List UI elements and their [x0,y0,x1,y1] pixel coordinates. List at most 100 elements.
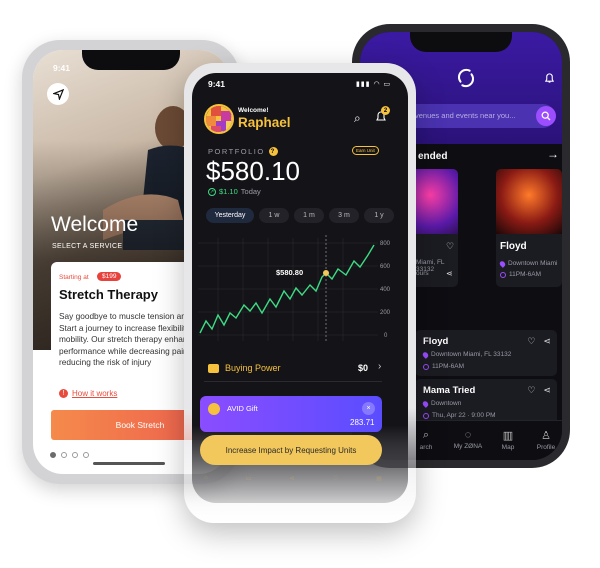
buying-power-value: $0 [358,363,369,373]
avatar[interactable] [204,104,234,134]
list-item-title: Mama Tried [423,385,476,396]
zona-logo-icon [457,68,475,88]
increase-impact-button[interactable]: Increase Impact by Requesting Units [200,435,382,465]
page-dot[interactable] [83,452,89,458]
price-badge: $199 [97,272,122,281]
clock-icon [423,412,429,419]
y-tick: 600 [380,264,391,270]
share-icon[interactable]: ⋖ [543,336,551,347]
how-it-works-text: How it works [72,389,118,398]
share-icon[interactable]: ⋖ [446,269,453,278]
close-icon[interactable]: × [362,402,375,415]
time-range-selector: Yesterday 1 w 1 m 3 m 1 y [206,208,394,223]
see-all-arrow-icon[interactable]: → [547,147,559,161]
starting-at-label: Starting at [59,274,89,281]
event-image [496,169,562,234]
favorite-heart-icon[interactable]: ♡ [527,336,535,347]
search-icon[interactable]: ⌕ [354,111,361,126]
zona-tab-icon: ◌ [464,429,472,441]
portfolio-label: PORTFOLIO ? [208,147,278,156]
notification-bell-icon[interactable] [544,72,555,84]
section-title: ended [418,151,448,162]
gift-value: 283.71 [350,418,375,427]
portfolio-chart[interactable]: $580.80 800 600 400 200 0 [198,233,394,348]
y-tick: 400 [380,287,391,293]
share-tab-icon[interactable]: ⋖ [290,475,295,482]
home-tab-icon[interactable]: ⌂ [204,475,208,482]
location-pin-icon [421,350,430,359]
location-pin-icon [498,259,507,268]
daily-gain: ↗ $1.10 Today [208,187,261,196]
gain-value: $1.10 [219,187,238,196]
select-service-label: SELECT A SERVICE [52,243,123,250]
y-tick: 800 [380,241,391,247]
chevron-right-icon[interactable]: › [378,361,381,372]
favorite-heart-icon[interactable]: ♡ [446,241,454,252]
profile-icon: ♙ [541,430,551,442]
y-tick: 200 [380,310,391,316]
investing-app-phone: 9:41 ▮▮▮ ◠ ▭ Welcome! Raphael ⌕ 2 PORTFO… [184,63,416,523]
y-tick: 0 [384,333,388,339]
range-1m[interactable]: 1 m [294,208,324,223]
share-icon[interactable]: ⋖ [543,385,551,396]
how-it-works-link[interactable]: ! How it works [59,389,117,398]
event-card[interactable]: Floyd Downtown Miami 11PM-6AM [496,169,562,287]
home-indicator [93,462,165,465]
chart-cursor-point [323,270,329,276]
menu-tab-icon[interactable]: ▤ [376,475,382,482]
help-icon[interactable]: ? [268,147,278,156]
page-indicator[interactable] [50,452,89,458]
range-1w[interactable]: 1 w [259,208,289,223]
welcome-heading: Welcome [51,213,139,236]
portfolio-balance: $580.10 [206,156,300,186]
location-button[interactable] [47,83,69,105]
tab-profile[interactable]: ♙ Profile [526,429,562,451]
status-time: 9:41 [53,63,71,73]
list-item[interactable]: Floyd ♡ ⋖ Downtown Miami, FL 33132 11PM-6… [415,330,557,376]
list-item-time: 11PM-6AM [423,363,464,370]
chart-cursor-label: $580.80 [276,268,303,277]
heart-tab-icon[interactable]: ♡ [333,475,338,482]
coin-icon [208,403,220,415]
bottom-tab-bar: ⌂ ▭ ⋖ ♡ ▤ [204,475,382,482]
list-item-address: Downtown [421,399,461,408]
event-name: Floyd [500,241,527,252]
list-item[interactable]: Mama Tried ♡ ⋖ Downtown Thu, Apr 22 · 9:0… [415,379,557,425]
event-address: Downtown Miami [498,259,558,268]
range-yesterday[interactable]: Yesterday [206,208,254,223]
list-item-title: Floyd [423,336,449,347]
gift-name: AVID Gift [227,404,258,413]
earn-unit-chip[interactable]: Earn Unit [352,146,379,155]
phone-notch [82,50,180,70]
page-dot[interactable] [50,452,56,458]
notification-count-badge: 2 [381,106,390,115]
list-item-time: Thu, Apr 22 · 9:00 PM [423,412,496,419]
page-dot[interactable] [61,452,67,458]
buying-power-row[interactable]: Buying Power [208,363,281,373]
map-icon: ▥ [502,430,514,442]
clock-icon [500,271,506,278]
search-button[interactable] [536,106,556,126]
event-time: ours [416,270,429,277]
wallet-icon [208,363,219,373]
range-1y[interactable]: 1 y [364,208,394,223]
clock-icon [423,363,429,370]
status-icons: ▮▮▮ ◠ ▭ [356,81,392,88]
list-item-address: Downtown Miami, FL 33132 [421,350,511,359]
tab-my-zona[interactable]: ◌ My ZØNA [448,429,488,450]
location-pin-icon [421,399,430,408]
event-time: 11PM-6AM [500,271,541,278]
welcome-label: Welcome! [238,107,269,114]
portfolio-tab-icon[interactable]: ▭ [246,475,252,482]
search-icon [541,111,551,121]
navigation-arrow-icon [52,88,64,100]
divider [204,381,382,382]
tab-map[interactable]: ▥ Map [488,429,528,451]
favorite-heart-icon[interactable]: ♡ [527,385,535,396]
search-placeholder: venues and events near you... [415,111,516,120]
user-name: Raphael [238,115,291,130]
page-dot[interactable] [72,452,78,458]
buying-power-label: Buying Power [225,363,281,373]
gift-card[interactable]: AVID Gift × 283.71 [200,396,382,432]
range-3m[interactable]: 3 m [329,208,359,223]
